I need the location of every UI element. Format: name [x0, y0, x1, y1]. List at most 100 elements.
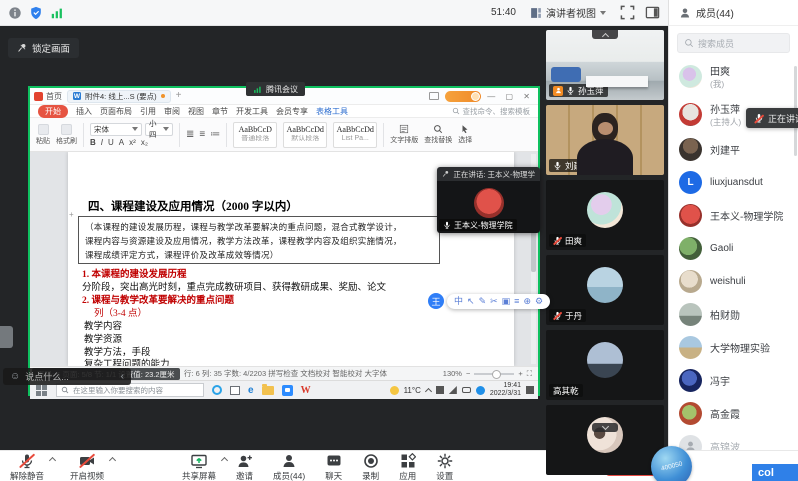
wps-account-button[interactable] [445, 91, 481, 102]
annotation-tool-icon[interactable]: ▣ [502, 297, 511, 306]
member-row[interactable]: Lliuxjuansdut [669, 166, 798, 199]
ribbon-search[interactable]: 查找命令、搜索模板 [452, 106, 531, 117]
member-row[interactable]: 高锦波 [669, 430, 798, 450]
video-tile[interactable] [546, 405, 664, 475]
member-row[interactable]: 高金霞 [669, 397, 798, 430]
annotation-tool-icon[interactable]: ⊕ [523, 297, 531, 306]
paragraph-tools[interactable]: ≣≡≔ [186, 129, 220, 140]
toolbar-cam-button[interactable]: 开启视频 [68, 453, 106, 481]
edge-browser-icon[interactable]: e [248, 385, 254, 396]
zoom-out-button[interactable]: − [466, 369, 470, 378]
member-row[interactable]: 王本义-物理学院 [669, 199, 798, 232]
video-tile[interactable]: 孙玉萍 [546, 30, 664, 100]
ribbon-tab[interactable]: 视图 [188, 106, 204, 117]
char-tool[interactable]: U [108, 138, 114, 147]
meeting-info-icon[interactable] [8, 6, 22, 20]
wps-home-tab[interactable]: 首页 [34, 91, 62, 102]
annotation-tool-icon[interactable]: 中 [454, 297, 463, 306]
collapse-chevron-icon[interactable]: ‹ [121, 371, 124, 382]
fullscreen-button[interactable] [620, 5, 635, 20]
taskbar-search-box[interactable]: 在这里输入你要搜索的内容 [56, 383, 204, 397]
notification-center-icon[interactable] [526, 386, 534, 394]
zoom-in-button[interactable]: + [518, 369, 522, 378]
table-handle-icon[interactable]: + [69, 210, 74, 219]
toolbar-apps-button[interactable]: 应用 [397, 453, 418, 481]
chevron-up-icon[interactable] [221, 457, 228, 464]
clock[interactable]: 19:412022/3/31 [490, 382, 521, 398]
annotation-tool-icon[interactable]: ✎ [479, 297, 487, 306]
style-preset-3[interactable]: AaBbCcDdList Pa... [333, 122, 377, 148]
ribbon-tab[interactable]: 章节 [212, 106, 228, 117]
member-row[interactable]: 柏财勋 [669, 298, 798, 331]
collapsed-panel-handle[interactable] [0, 326, 13, 348]
toolbar-share-button[interactable]: 共享屏幕 [180, 453, 218, 481]
annotation-tool-icon[interactable]: ↖ [467, 297, 475, 306]
ribbon-tab[interactable]: 开始 [38, 105, 68, 118]
tray-mic-icon[interactable] [436, 386, 444, 394]
emoji-icon[interactable]: ☺ [10, 372, 20, 382]
cortana-icon[interactable] [212, 385, 222, 395]
toolbar-members-button[interactable]: 成员(44) [271, 453, 307, 481]
bullet-chat-input[interactable]: ☺ 说点什么... ‹ [3, 368, 131, 385]
side-panel-toggle-button[interactable] [645, 5, 660, 20]
pin-icon[interactable] [442, 170, 449, 178]
member-row[interactable]: 冯宇 [669, 364, 798, 397]
scroll-strip-button[interactable] [592, 423, 618, 432]
member-row[interactable]: Gaoli [669, 232, 798, 265]
member-row[interactable]: 田爽(我) [669, 57, 798, 95]
member-search-input[interactable]: 搜索成员 [677, 33, 790, 53]
style-preset-2[interactable]: AaBbCcDd默认段落 [283, 122, 327, 148]
format-painter-button[interactable]: 格式刷 [56, 124, 77, 146]
task-view-icon[interactable] [230, 386, 240, 395]
security-shield-icon[interactable] [29, 6, 43, 20]
ribbon-tab[interactable]: 会员专享 [276, 106, 308, 117]
window-controls[interactable]: — ▢ ✕ [487, 92, 534, 101]
member-row[interactable]: 刘建平 [669, 133, 798, 166]
toolbar-mic-button[interactable]: 解除静音 [8, 453, 46, 481]
member-row[interactable]: 大学物理实验 [669, 331, 798, 364]
ribbon-tab[interactable]: 插入 [76, 106, 92, 117]
char-tool[interactable]: B [90, 138, 96, 147]
find-replace-tool[interactable]: 查找替换 [424, 124, 452, 145]
chevron-up-icon[interactable] [109, 457, 116, 464]
ribbon-tab[interactable]: 开发工具 [236, 106, 268, 117]
fit-page-icon[interactable]: ⛶ [527, 369, 532, 379]
select-tool[interactable]: 选择 [458, 124, 472, 145]
ribbon-tab[interactable]: 表格工具 [316, 106, 348, 117]
char-tool[interactable]: x² [129, 138, 136, 147]
toolbar-record-button[interactable]: 录制 [360, 453, 381, 481]
toolbar-chat-button[interactable]: 聊天 [323, 453, 344, 481]
active-speaker-overlay[interactable]: 正在讲话: 王本义-物理学院 王本义-物理学院 [437, 167, 540, 233]
temperature-label[interactable]: 11°C [404, 386, 421, 395]
character-format-tools[interactable]: BIUAx²x₂ [90, 138, 173, 147]
style-preset-1[interactable]: AaBbCcD普通段落 [233, 122, 277, 148]
meeting-app-icon[interactable] [282, 385, 293, 396]
collapse-strip-button[interactable] [592, 30, 618, 39]
wps-app-icon[interactable]: W [301, 385, 311, 396]
font-name-select[interactable]: 宋体 [90, 123, 142, 136]
video-tile[interactable]: 高其乾 [546, 330, 664, 400]
video-tile[interactable]: 田爽 [546, 180, 664, 250]
chevron-up-icon[interactable] [49, 457, 56, 464]
reader-mode-icon[interactable] [429, 92, 439, 100]
annotation-user-badge[interactable]: 王 [428, 293, 444, 309]
paste-button[interactable]: 粘贴 [36, 124, 50, 146]
tray-expand-icon[interactable] [425, 387, 432, 394]
windows-start-button[interactable] [34, 384, 48, 396]
annotation-tool-icon[interactable]: ≡ [514, 297, 519, 306]
video-tile[interactable]: 刘建平 [546, 105, 664, 175]
annotation-tool-icon[interactable]: ✂ [490, 297, 498, 306]
new-tab-button[interactable]: + [176, 91, 182, 101]
tray-network-icon[interactable] [449, 386, 457, 394]
font-size-select[interactable]: 小四 [145, 123, 173, 136]
network-signal-icon[interactable] [50, 6, 64, 20]
zoom-slider[interactable] [474, 373, 514, 375]
weather-sun-icon[interactable] [390, 386, 399, 395]
file-explorer-icon[interactable] [262, 386, 274, 395]
tray-app-icon[interactable] [476, 386, 485, 395]
member-row[interactable]: weishuli [669, 265, 798, 298]
lock-view-button[interactable]: 锁定画面 [8, 38, 79, 58]
document-tab[interactable]: W 附件4: 线上...S (要点) [67, 90, 171, 103]
tray-battery-icon[interactable] [462, 387, 471, 393]
char-tool[interactable]: x₂ [141, 138, 148, 147]
